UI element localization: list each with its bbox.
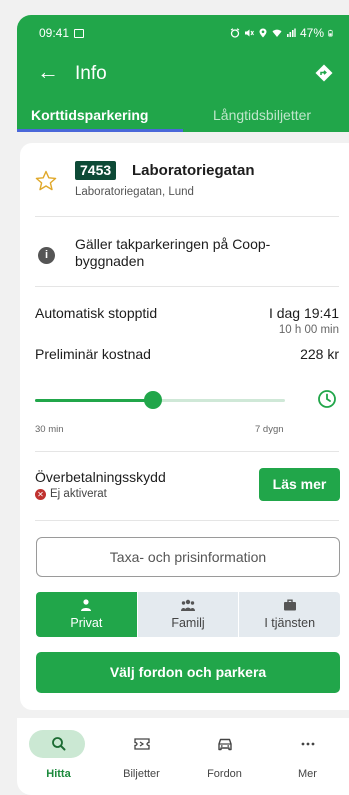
directions-icon[interactable]	[315, 64, 333, 82]
stop-time-label: Automatisk stopptid	[35, 305, 158, 321]
search-icon	[51, 737, 65, 751]
slider-min-label: 30 min	[35, 424, 64, 435]
divider	[35, 216, 339, 217]
favorite-star-icon[interactable]	[35, 170, 57, 192]
nav-more[interactable]: Mer	[266, 718, 349, 795]
location-icon	[259, 28, 267, 38]
segment-family[interactable]: Familj	[136, 592, 239, 637]
cost-value: 228 kr	[300, 346, 339, 362]
divider	[35, 451, 339, 452]
ticket-icon	[133, 738, 150, 750]
stop-time-value: I dag 19:41	[268, 305, 339, 321]
zone-name: Laboratoriegatan	[132, 162, 255, 179]
briefcase-icon	[283, 599, 296, 611]
account-type-selector: Privat Familj I tjänsten	[36, 592, 340, 637]
status-bar: 09:41 47%	[17, 15, 349, 49]
battery-icon	[328, 29, 333, 37]
slider-fill	[35, 399, 153, 402]
tab-short-term[interactable]: Korttidsparkering	[31, 107, 148, 123]
nav-find[interactable]: Hitta	[17, 718, 100, 795]
error-x-icon: ✕	[35, 488, 46, 500]
info-icon: i	[38, 247, 55, 264]
parking-info-card: 7453 Laboratoriegatan Laboratoriegatan, …	[20, 143, 349, 710]
read-more-button[interactable]: Läs mer	[259, 468, 340, 501]
stop-time-duration: 10 h 00 min	[278, 324, 339, 336]
zone-info-text: Gäller takparkeringen på Coop-byggnaden	[75, 236, 271, 269]
slider-thumb[interactable]	[143, 391, 162, 409]
overpayment-status-text: Ej aktiverat	[50, 488, 107, 500]
cost-label: Preliminär kostnad	[35, 346, 151, 362]
duration-slider[interactable]	[35, 391, 285, 409]
divider	[35, 520, 339, 521]
nav-tickets[interactable]: Biljetter	[100, 718, 183, 795]
tab-bar: Korttidsparkering Långtidsbiljetter	[17, 101, 349, 132]
bottom-navigation: Hitta Biljetter Fordon Mer	[17, 718, 349, 795]
alarm-icon	[230, 28, 240, 38]
overpayment-title: Överbetalningsskydd	[35, 469, 166, 485]
overpayment-status: ✕ Ej aktiverat	[35, 488, 107, 500]
clock-icon[interactable]	[317, 389, 337, 409]
app-bar: ← Info	[17, 55, 349, 95]
tab-indicator	[17, 129, 183, 132]
rates-info-button[interactable]: Taxa- och prisinformation	[36, 537, 340, 577]
zone-address: Laboratoriegatan, Lund	[75, 186, 194, 198]
choose-vehicle-park-button[interactable]: Välj fordon och parkera	[36, 652, 340, 693]
mute-icon	[244, 29, 254, 37]
more-icon	[301, 742, 314, 746]
car-icon	[217, 738, 232, 751]
status-time: 09:41	[39, 26, 70, 40]
phone-screen: 09:41 47% ← Info Korttidsparkering Långt…	[0, 0, 349, 795]
segment-business[interactable]: I tjänsten	[238, 592, 340, 637]
zone-code-badge: 7453	[75, 161, 117, 180]
back-arrow-icon[interactable]: ←	[37, 61, 59, 83]
slider-max-label: 7 dygn	[255, 424, 284, 435]
page-title: Info	[75, 63, 107, 84]
divider	[35, 286, 339, 287]
signal-icon	[286, 28, 296, 37]
tab-long-term[interactable]: Långtidsbiljetter	[213, 107, 311, 123]
wifi-icon	[272, 29, 282, 37]
segment-private[interactable]: Privat	[36, 592, 137, 637]
person-icon	[81, 599, 92, 611]
nav-vehicles[interactable]: Fordon	[183, 718, 266, 795]
family-icon	[181, 599, 195, 611]
header: 09:41 47% ← Info Korttidsparkering Långt…	[17, 15, 349, 132]
battery-percent: 47%	[299, 26, 324, 40]
gallery-notification-icon	[74, 28, 85, 38]
